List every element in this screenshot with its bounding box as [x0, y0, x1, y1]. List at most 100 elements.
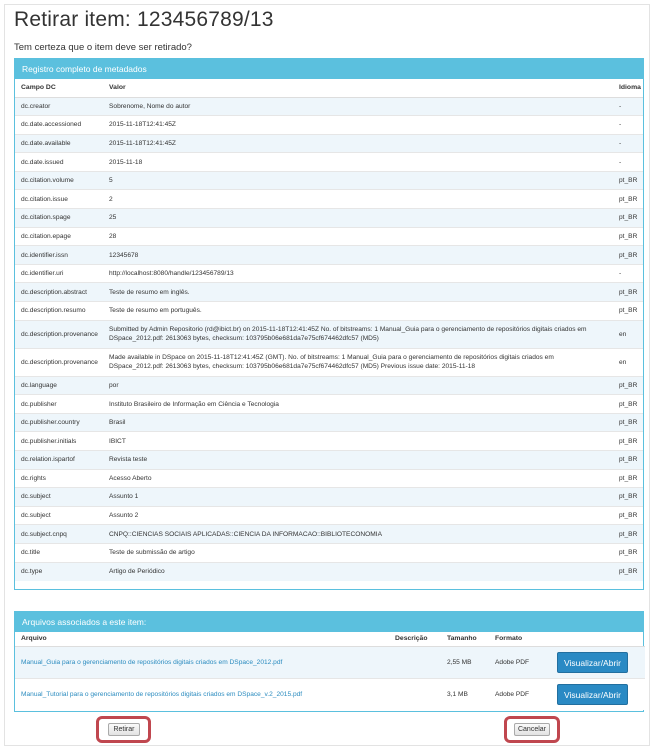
table-row: dc.description.provenance Submitted by Ad… — [15, 319, 643, 349]
cell-language: pt_BR — [613, 542, 643, 563]
table-row: dc.citation.volume 5 pt_BR — [15, 170, 643, 190]
table-row: dc.identifier.uri http://localhost:8080/h… — [15, 263, 643, 283]
table-row: dc.subject.cnpq CNPQ::CIENCIAS SOCIAIS AP… — [15, 524, 643, 544]
table-row: dc.subject Assunto 1 pt_BR — [15, 487, 643, 507]
cell-language: - — [613, 263, 643, 283]
cell-value: por — [103, 375, 613, 395]
cell-language: pt_BR — [613, 189, 643, 209]
cell-field: dc.identifier.issn — [15, 245, 103, 265]
table-row: dc.description.abstract Teste de resumo e… — [15, 282, 643, 302]
cell-value: http://localhost:8080/handle/123456789/1… — [103, 263, 613, 283]
column-header-description: Descrição — [389, 632, 441, 647]
cell-language: en — [613, 319, 643, 349]
files-panel: Arquivos associados a este item: Arquivo… — [14, 611, 645, 712]
metadata-panel: Registro completo de metadados Campo DC … — [14, 58, 644, 590]
cancel-button[interactable]: Cancelar — [514, 723, 550, 736]
cell-value: Acesso Aberto — [103, 468, 613, 488]
cell-field: dc.citation.spage — [15, 208, 103, 228]
file-action-cell: Visualizar/Abrir — [551, 677, 645, 710]
file-name-cell: Manual_Guia para o gerenciamento de repo… — [15, 645, 389, 678]
table-row: dc.publisher.initials IBICT pt_BR — [15, 431, 643, 451]
table-row: dc.date.available 2015-11-18T12:41:45Z - — [15, 133, 643, 153]
cell-language: pt_BR — [613, 375, 643, 395]
files-panel-heading: Arquivos associados a este item: — [15, 612, 643, 632]
cell-language: pt_BR — [613, 524, 643, 544]
metadata-panel-heading: Registro completo de metadados — [15, 59, 643, 79]
cell-field: dc.relation.ispartof — [15, 450, 103, 470]
cell-language: - — [613, 96, 643, 116]
cell-language: pt_BR — [613, 282, 643, 302]
cell-field: dc.description.provenance — [15, 347, 103, 377]
cell-field: dc.description.provenance — [15, 319, 103, 349]
table-row: dc.citation.issue 2 pt_BR — [15, 189, 643, 209]
table-row: dc.rights Acesso Aberto pt_BR — [15, 468, 643, 488]
cell-language: pt_BR — [613, 412, 643, 432]
cell-value: Teste de resumo em inglês. — [103, 282, 613, 302]
table-row: dc.publisher.country Brasil pt_BR — [15, 412, 643, 432]
cell-field: dc.date.available — [15, 133, 103, 153]
cell-value: 5 — [103, 170, 613, 190]
file-description — [389, 645, 441, 678]
files-table: Arquivo Descrição Tamanho Formato Manual… — [15, 632, 645, 710]
cell-language: pt_BR — [613, 394, 643, 414]
cell-field: dc.publisher.country — [15, 412, 103, 432]
table-row: dc.description.resumo Teste de resumo em … — [15, 301, 643, 321]
file-row: Manual_Tutorial para o gerenciamento de … — [15, 677, 645, 710]
column-header-size: Tamanho — [441, 632, 489, 647]
column-header-format: Formato — [489, 632, 551, 647]
cell-value: Instituto Brasileiro de Informação em Ci… — [103, 394, 613, 414]
column-header-language: Idioma — [613, 79, 643, 98]
table-row: dc.subject Assunto 2 pt_BR — [15, 505, 643, 525]
cell-value: 28 — [103, 226, 613, 246]
cell-language: pt_BR — [613, 301, 643, 321]
cell-language: pt_BR — [613, 245, 643, 265]
cell-language: pt_BR — [613, 505, 643, 525]
metadata-header-row: Campo DC Valor Idioma — [15, 79, 643, 98]
cell-value: Assunto 1 — [103, 487, 613, 507]
withdraw-question: Tem certeza que o item deve ser retirado… — [14, 42, 192, 53]
cell-language: pt_BR — [613, 468, 643, 488]
withdraw-button[interactable]: Retirar — [108, 723, 140, 736]
cell-field: dc.description.abstract — [15, 282, 103, 302]
file-link[interactable]: Manual_Guia para o gerenciamento de repo… — [21, 659, 282, 666]
cell-field: dc.subject — [15, 487, 103, 507]
file-link[interactable]: Manual_Tutorial para o gerenciamento de … — [21, 691, 302, 698]
cell-field: dc.rights — [15, 468, 103, 488]
column-header-value: Valor — [103, 79, 613, 98]
table-row: dc.title Teste de submissão de artigo pt_B… — [15, 542, 643, 563]
cell-language: pt_BR — [613, 226, 643, 246]
cell-value: 2015-11-18 — [103, 152, 613, 172]
file-size: 3,1 MB — [441, 677, 489, 710]
cell-value: Made available in DSpace on 2015-11-18T1… — [103, 347, 613, 377]
table-row: dc.description.provenance Made available … — [15, 347, 643, 377]
table-row: dc.date.accessioned 2015-11-18T12:41:45Z - — [15, 115, 643, 135]
cell-field: dc.type — [15, 561, 103, 581]
cell-value: Teste de resumo em português. — [103, 301, 613, 321]
cell-language: pt_BR — [613, 450, 643, 470]
cell-field: dc.title — [15, 542, 103, 563]
cell-field: dc.citation.volume — [15, 170, 103, 190]
cell-field: dc.identifier.uri — [15, 263, 103, 283]
cell-field: dc.date.issued — [15, 152, 103, 172]
page-title: Retirar item: 123456789/13 — [14, 8, 274, 31]
cell-language: - — [613, 115, 643, 135]
cell-field: dc.date.accessioned — [15, 115, 103, 135]
cell-value: Sobrenome, Nome do autor — [103, 96, 613, 116]
table-row: dc.creator Sobrenome, Nome do autor - — [15, 96, 643, 116]
column-header-file: Arquivo — [15, 632, 389, 647]
cell-field: dc.language — [15, 375, 103, 395]
cell-field: dc.citation.epage — [15, 226, 103, 246]
file-size: 2,55 MB — [441, 645, 489, 678]
cell-field: dc.creator — [15, 96, 103, 116]
table-row: dc.relation.ispartof Revista teste pt_BR — [15, 450, 643, 470]
view-open-button[interactable]: Visualizar/Abrir — [557, 651, 629, 673]
cell-language: pt_BR — [613, 561, 643, 581]
cell-value: 25 — [103, 208, 613, 228]
view-open-button[interactable]: Visualizar/Abrir — [557, 683, 629, 705]
file-name-cell: Manual_Tutorial para o gerenciamento de … — [15, 677, 389, 710]
cell-value: Brasil — [103, 412, 613, 432]
table-row: dc.citation.epage 28 pt_BR — [15, 226, 643, 246]
cell-value: Teste de submissão de artigo — [103, 542, 613, 563]
cell-field: dc.publisher — [15, 394, 103, 414]
cell-value: Artigo de Periódico — [103, 561, 613, 581]
